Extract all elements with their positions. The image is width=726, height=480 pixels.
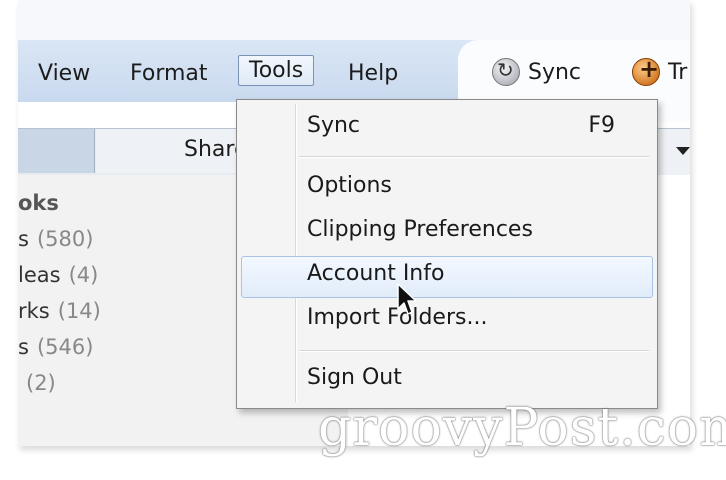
watermark: groovyPost.com	[318, 398, 726, 458]
trunk-plus-icon	[632, 55, 660, 86]
menu-item-clipping-preferences[interactable]: Clipping Preferences	[241, 212, 651, 252]
menu-item-import-folders[interactable]: Import Folders...	[241, 300, 651, 340]
menu-separator	[299, 350, 649, 351]
list-item[interactable]: s (546)	[18, 335, 93, 359]
trunk-button-label: Tr	[668, 59, 688, 85]
view-options[interactable]	[658, 128, 690, 175]
list-item[interactable]: s (580)	[18, 227, 93, 251]
menu-gutter-divider	[295, 104, 296, 402]
menu-item-sync[interactable]: Sync F9	[241, 108, 651, 148]
menu-item-label: Sign Out	[307, 365, 402, 390]
notebook-count: (580)	[36, 227, 94, 251]
notebook-name: leas	[18, 263, 61, 287]
title-strip	[18, 0, 690, 40]
menu-item-label: Account Info	[307, 261, 445, 286]
notebooks-heading: oks	[18, 191, 59, 215]
notebook-name: rks	[18, 299, 50, 323]
sync-icon	[492, 58, 520, 86]
notebook-name: s	[18, 227, 29, 251]
mouse-pointer-icon	[397, 283, 417, 315]
menu-item-label: Sync	[307, 113, 361, 138]
list-item[interactable]: (2)	[18, 371, 56, 395]
sync-button[interactable]: Sync	[492, 58, 581, 86]
sync-button-label: Sync	[528, 59, 582, 85]
list-item[interactable]: rks (14)	[18, 299, 101, 323]
menu-format[interactable]: Format	[124, 60, 214, 87]
notebook-count: (546)	[36, 335, 94, 359]
menu-item-sign-out[interactable]: Sign Out	[241, 360, 651, 400]
menu-item-options[interactable]: Options	[241, 168, 651, 208]
tools-dropdown-menu: Sync F9 Options Clipping Preferences Acc…	[236, 99, 658, 409]
chevron-down-icon	[676, 147, 690, 155]
trunk-button[interactable]: Tr	[632, 55, 688, 86]
notebook-count: (4)	[68, 263, 99, 287]
tab-notebooks[interactable]	[18, 129, 95, 173]
notebook-name: s	[18, 335, 29, 359]
menu-tools[interactable]: Tools	[238, 55, 315, 86]
menu-item-label: Clipping Preferences	[307, 217, 533, 242]
menu-item-account-info[interactable]: Account Info	[241, 256, 653, 298]
menu-view[interactable]: View	[32, 60, 96, 87]
menu-help[interactable]: Help	[342, 60, 404, 87]
menu-item-shortcut: F9	[588, 113, 615, 138]
menu-separator	[299, 156, 649, 157]
menu-item-label: Options	[307, 173, 392, 198]
list-item[interactable]: leas (4)	[18, 263, 98, 287]
notebook-count: (2)	[26, 371, 56, 395]
notebook-count: (14)	[57, 299, 101, 323]
